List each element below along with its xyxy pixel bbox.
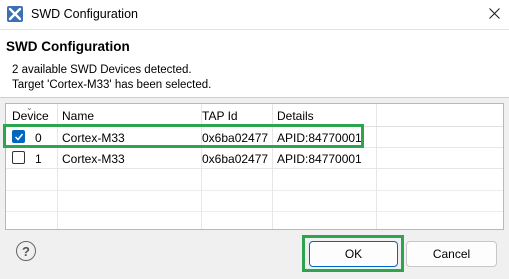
help-icon: ? xyxy=(22,243,30,259)
close-button[interactable] xyxy=(479,0,509,29)
help-button[interactable]: ? xyxy=(16,241,36,261)
close-icon xyxy=(488,7,500,22)
selected-row-highlight xyxy=(3,124,364,148)
device-checkbox[interactable] xyxy=(12,151,25,164)
device-name: Cortex-M33 xyxy=(62,152,125,166)
dialog-header: SWD Configuration 2 available SWD Device… xyxy=(0,29,509,98)
ok-button-label: OK xyxy=(344,247,363,261)
title-bar: SWD Configuration xyxy=(0,0,509,29)
column-header-device[interactable]: Device xyxy=(12,109,49,123)
cancel-button[interactable]: Cancel xyxy=(406,241,497,267)
header-title: SWD Configuration xyxy=(6,39,130,54)
window-title: SWD Configuration xyxy=(31,7,138,21)
device-index: 1 xyxy=(35,152,42,166)
cancel-button-label: Cancel xyxy=(432,247,471,261)
column-header-name[interactable]: Name xyxy=(62,109,94,123)
device-details: APID:84770001 xyxy=(277,152,362,166)
app-x-icon xyxy=(7,6,23,22)
column-header-details[interactable]: Details xyxy=(277,109,314,123)
device-table: ⌄ Device Name TAP Id Details 0 Cortex-M3… xyxy=(5,103,504,230)
ok-button[interactable]: OK xyxy=(309,241,398,267)
empty-row-line xyxy=(6,211,503,212)
status-message-target: Target 'Cortex-M33' has been selected. xyxy=(12,79,212,91)
status-message-devices: 2 available SWD Devices detected. xyxy=(12,64,192,76)
table-row[interactable]: 1 Cortex-M33 0x6ba02477 APID:84770001 xyxy=(6,148,503,169)
column-header-tap-id[interactable]: TAP Id xyxy=(202,109,238,123)
device-tap-id: 0x6ba02477 xyxy=(202,152,269,166)
empty-row-line xyxy=(6,190,503,191)
